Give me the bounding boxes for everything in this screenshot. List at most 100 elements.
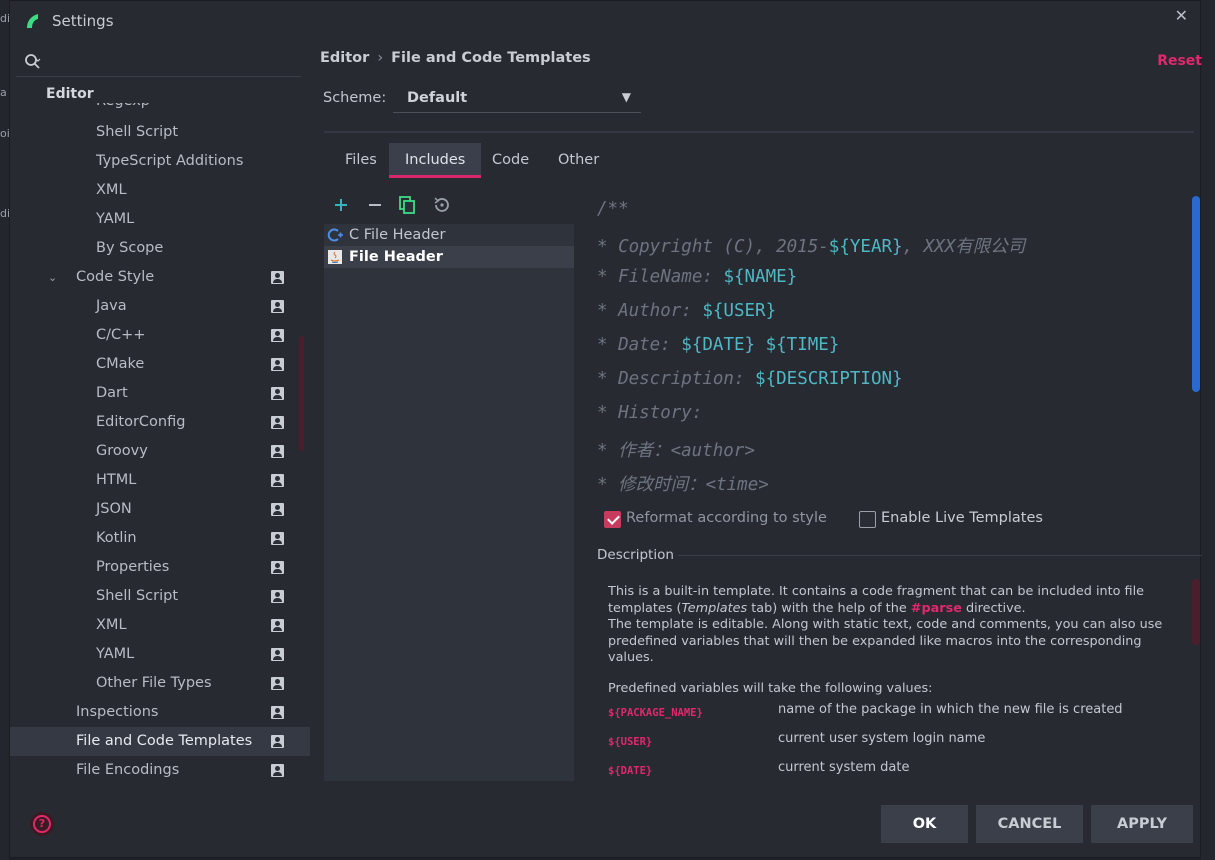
tree-item-dart[interactable]: Dart: [10, 379, 310, 408]
tree-item-html[interactable]: HTML: [10, 466, 310, 495]
reset-to-default-icon[interactable]: [431, 194, 453, 216]
help-button[interactable]: ?: [30, 812, 54, 836]
project-scope-icon: [271, 329, 284, 342]
code-line: * 修改时间：<time>: [597, 475, 769, 495]
tree-item-properties[interactable]: Properties: [10, 553, 310, 582]
tree-item-yaml[interactable]: YAML: [10, 205, 310, 234]
tree-item-c-cpp[interactable]: C/C++: [10, 321, 310, 350]
settings-search-field[interactable]: [16, 49, 301, 77]
tree-item-regexp[interactable]: Regexp: [10, 103, 310, 116]
tab-files[interactable]: Files: [329, 143, 393, 178]
close-icon[interactable]: ✕: [1175, 6, 1188, 25]
project-scope-icon: [271, 387, 284, 400]
tab-includes[interactable]: Includes: [389, 143, 482, 178]
chevron-down-icon[interactable]: ⌄: [48, 263, 57, 292]
template-list: C File Header File Header: [324, 224, 574, 268]
code-line: * Date: ${DATE} ${TIME}: [597, 335, 840, 355]
description-heading: Description: [597, 547, 674, 563]
project-scope-icon: [271, 677, 284, 690]
tree-item-shell-script[interactable]: Shell Script: [10, 118, 310, 147]
template-item-file-header[interactable]: File Header: [324, 246, 574, 268]
ok-button[interactable]: OK: [881, 805, 968, 843]
code-line: * Author: ${USER}: [597, 301, 777, 321]
editor-scrollbar[interactable]: [1192, 196, 1200, 392]
c-file-icon: [327, 228, 343, 242]
breadcrumb: Editor › File and Code Templates: [320, 50, 591, 66]
search-icon: [25, 54, 41, 69]
template-variable: ${DESCRIPTION}: [755, 369, 903, 389]
project-scope-icon: [271, 706, 284, 719]
variable-desc: current user system login name: [778, 731, 986, 746]
tree-item-typescript-additions[interactable]: TypeScript Additions: [10, 147, 310, 176]
reformat-label: Reformat according to style: [626, 510, 827, 526]
template-name: C File Header: [349, 227, 446, 243]
code-line: * FileName: ${NAME}: [597, 267, 798, 287]
tree-item-groovy[interactable]: Groovy: [10, 437, 310, 466]
tab-other[interactable]: Other: [542, 143, 615, 178]
tree-item-by-scope[interactable]: By Scope: [10, 234, 310, 263]
live-templates-label: Enable Live Templates: [881, 510, 1043, 526]
description-paragraph: This is a built-in template. It contains…: [608, 584, 1163, 665]
tree-item-yaml-style[interactable]: YAML: [10, 640, 310, 669]
tree-item-cmake[interactable]: CMake: [10, 350, 310, 379]
settings-dialog: Settings ✕ Editor Regexp Shell Script Ty…: [9, 0, 1202, 858]
project-scope-icon: [271, 735, 284, 748]
divider: [324, 131, 1194, 133]
project-scope-icon: [271, 532, 284, 545]
code-line: * Copyright (C), 2015-${YEAR}, XXX有限公司: [597, 237, 1026, 257]
tree-item-other-file-types[interactable]: Other File Types: [10, 669, 310, 698]
code-line: * 作者：<author>: [597, 441, 755, 461]
breadcrumb-current: File and Code Templates: [391, 50, 591, 66]
copy-icon[interactable]: [396, 194, 418, 216]
project-scope-icon: [271, 445, 284, 458]
project-scope-icon: [271, 561, 284, 574]
tab-code[interactable]: Code: [476, 143, 545, 178]
project-scope-icon: [271, 300, 284, 313]
reformat-checkbox[interactable]: [604, 511, 621, 528]
tree-item-file-and-code-templates[interactable]: File and Code Templates: [10, 727, 310, 756]
tree-item-java[interactable]: Java: [10, 292, 310, 321]
tree-item-kotlin[interactable]: Kotlin: [10, 524, 310, 553]
apply-button[interactable]: APPLY: [1091, 805, 1193, 843]
project-scope-icon: [271, 590, 284, 603]
description-text: This is a built-in template. It contains…: [608, 584, 1168, 784]
description-variables-intro: Predefined variables will take the follo…: [608, 680, 933, 696]
window-title: Settings: [52, 12, 114, 30]
settings-tree: Regexp Shell Script TypeScript Additions…: [10, 103, 310, 783]
reset-button[interactable]: Reset: [1157, 53, 1202, 69]
scheme-dropdown[interactable]: Default ▼: [393, 84, 641, 113]
tree-item-editorconfig[interactable]: EditorConfig: [10, 408, 310, 437]
live-templates-checkbox[interactable]: [859, 511, 876, 528]
project-scope-icon: [271, 648, 284, 661]
tree-item-file-encodings[interactable]: File Encodings: [10, 756, 310, 783]
template-variable: ${USER}: [702, 301, 777, 321]
project-scope-icon: [271, 764, 284, 777]
code-line: /**: [597, 199, 629, 219]
variable-desc: current system date: [778, 760, 910, 775]
project-scope-icon: [271, 474, 284, 487]
tree-item-xml-style[interactable]: XML: [10, 611, 310, 640]
template-toolbar: [324, 186, 574, 224]
project-scope-icon: [271, 416, 284, 429]
tree-item-shell-script-style[interactable]: Shell Script: [10, 582, 310, 611]
remove-icon[interactable]: [364, 194, 386, 216]
background-window-edge-right: [1201, 0, 1215, 860]
template-item-c-file-header[interactable]: C File Header: [324, 224, 574, 246]
template-code-editor[interactable]: /** * Copyright (C), 2015-${YEAR}, XXX有限…: [597, 191, 1192, 501]
breadcrumb-editor: Editor: [320, 50, 370, 66]
edge-fragment: a: [0, 86, 7, 99]
code-line: * History:: [597, 403, 703, 423]
cancel-button[interactable]: CANCEL: [976, 805, 1083, 843]
sidebar-section-editor[interactable]: Editor: [46, 86, 94, 102]
tree-item-json[interactable]: JSON: [10, 495, 310, 524]
tree-item-inspections[interactable]: Inspections: [10, 698, 310, 727]
code-line: * Description: ${DESCRIPTION}: [597, 369, 903, 389]
tree-item-xml[interactable]: XML: [10, 176, 310, 205]
java-file-icon: [328, 250, 342, 264]
sidebar-scrollbar[interactable]: [299, 336, 304, 451]
description-scrollbar[interactable]: [1192, 579, 1200, 645]
divider: [678, 555, 1202, 556]
add-icon[interactable]: [330, 194, 352, 216]
variable-name: ${USER}: [608, 736, 653, 748]
tree-item-code-style[interactable]: ⌄ Code Style: [10, 263, 310, 292]
